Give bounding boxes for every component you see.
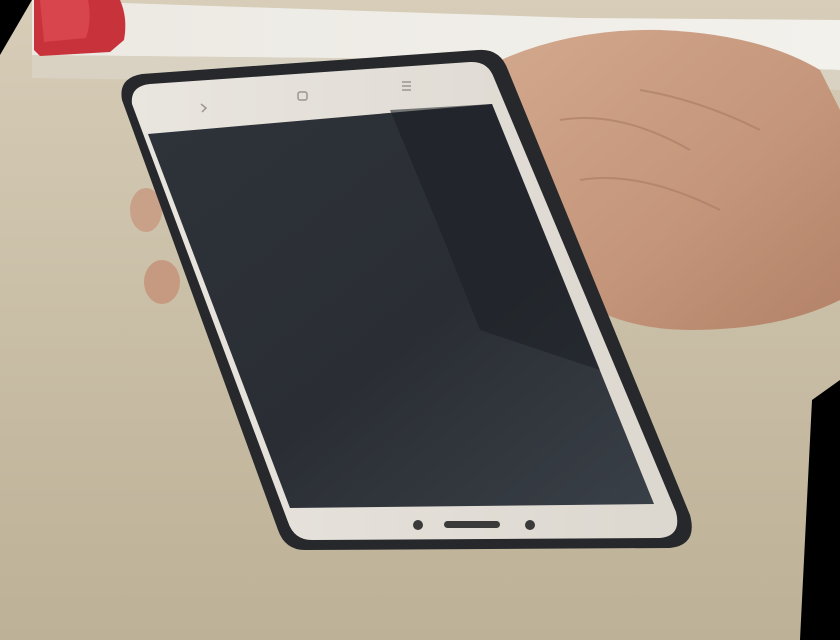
front-sensor-left <box>413 520 423 530</box>
earpiece-speaker <box>444 521 500 528</box>
front-camera <box>525 520 535 530</box>
red-object-highlight <box>40 0 90 42</box>
finger-tip-lower <box>144 260 180 304</box>
photo-scene <box>0 0 840 640</box>
photo-canvas <box>0 0 840 640</box>
